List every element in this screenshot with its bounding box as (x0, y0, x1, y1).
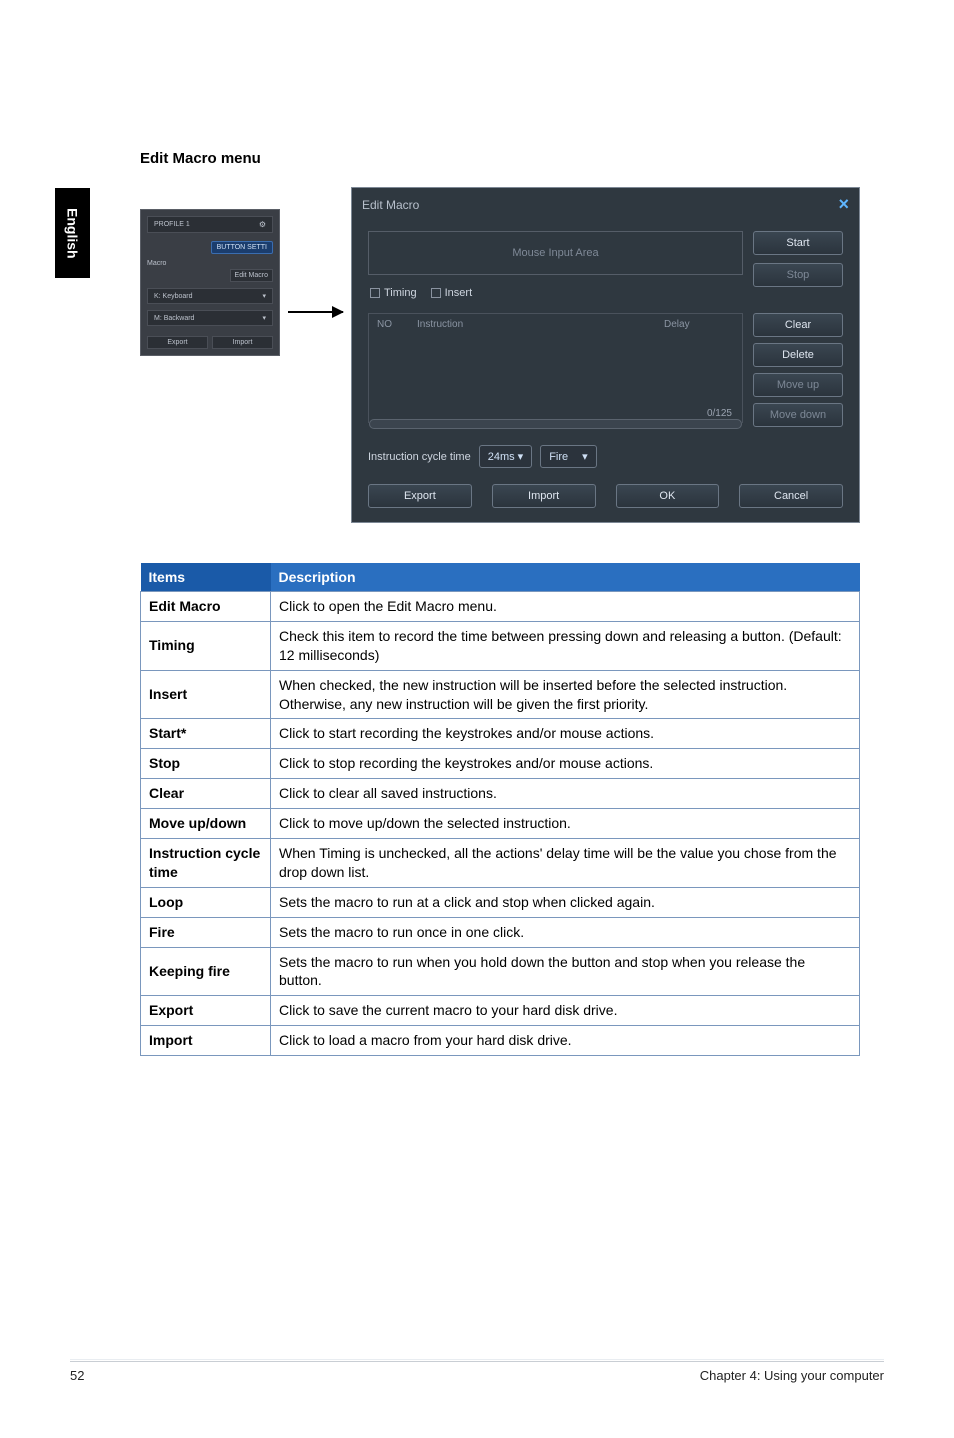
row-desc: Check this item to record the time betwe… (271, 621, 860, 670)
row-desc: Click to load a macro from your hard dis… (271, 1026, 860, 1056)
checkbox-icon (370, 288, 380, 298)
table-row: Instruction cycle timeWhen Timing is unc… (141, 839, 860, 888)
cancel-button[interactable]: Cancel (739, 484, 843, 508)
row-key: Loop (141, 887, 271, 917)
row-desc: Click to clear all saved instructions. (271, 779, 860, 809)
description-table: Items Description Edit MacroClick to ope… (140, 563, 860, 1056)
table-row: TimingCheck this item to record the time… (141, 621, 860, 670)
mini-profile-row: PROFILE 1 ⚙ (147, 216, 273, 233)
table-header-items: Items (141, 563, 271, 592)
mini-import-button[interactable]: Import (212, 336, 273, 349)
row-desc: When checked, the new instruction will b… (271, 670, 860, 719)
close-icon[interactable]: × (838, 194, 849, 215)
row-key: Clear (141, 779, 271, 809)
cycle-time-select[interactable]: 24ms ▾ (479, 445, 532, 468)
scrollbar[interactable] (369, 419, 742, 429)
row-desc: Sets the macro to run at a click and sto… (271, 887, 860, 917)
move-up-button[interactable]: Move up (753, 373, 843, 397)
row-desc: Sets the macro to run when you hold down… (271, 947, 860, 996)
cycle-time-label: Instruction cycle time (368, 451, 471, 463)
row-key: Insert (141, 670, 271, 719)
delete-button[interactable]: Delete (753, 343, 843, 367)
table-row: ImportClick to load a macro from your ha… (141, 1026, 860, 1056)
table-row: Keeping fireSets the macro to run when y… (141, 947, 860, 996)
table-row: Start*Click to start recording the keyst… (141, 719, 860, 749)
mouse-input-area[interactable]: Mouse Input Area (368, 231, 743, 275)
mini-macro-label: Macro (147, 260, 273, 267)
timing-label: Timing (384, 287, 417, 299)
insert-checkbox[interactable]: Insert (431, 287, 473, 299)
row-desc: Sets the macro to run once in one click. (271, 917, 860, 947)
mini-keyboard-row: K: Keyboard ▾ (147, 288, 273, 304)
table-row: StopClick to stop recording the keystrok… (141, 749, 860, 779)
col-instruction: Instruction (417, 319, 664, 330)
row-key: Import (141, 1026, 271, 1056)
row-desc: Click to stop recording the keystrokes a… (271, 749, 860, 779)
table-row: FireSets the macro to run once in one cl… (141, 917, 860, 947)
footer-divider (70, 1359, 884, 1360)
edit-macro-window: Edit Macro × Mouse Input Area Timing (351, 187, 860, 523)
clear-button[interactable]: Clear (753, 313, 843, 337)
chevron-down-icon: ▾ (582, 450, 588, 463)
chevron-down-icon: ▾ (262, 292, 266, 300)
figure-row: PROFILE 1 ⚙ BUTTON SETTI Macro Edit Macr… (140, 187, 860, 523)
instruction-count: 0/125 (707, 408, 732, 419)
mini-export-button[interactable]: Export (147, 336, 208, 349)
mini-edit-macro-button[interactable]: Edit Macro (230, 269, 273, 282)
mini-backward-label: M: Backward (154, 315, 194, 322)
row-desc: Click to open the Edit Macro menu. (271, 592, 860, 622)
row-key: Keeping fire (141, 947, 271, 996)
row-desc: Click to move up/down the selected instr… (271, 809, 860, 839)
row-key: Export (141, 996, 271, 1026)
chapter-title: Chapter 4: Using your computer (700, 1368, 884, 1383)
table-row: LoopSets the macro to run at a click and… (141, 887, 860, 917)
stop-button[interactable]: Stop (753, 263, 843, 287)
table-row: ExportClick to save the current macro to… (141, 996, 860, 1026)
start-button[interactable]: Start (753, 231, 843, 255)
gear-icon: ⚙ (259, 220, 266, 229)
col-no: NO (377, 319, 417, 330)
table-row: ClearClick to clear all saved instructio… (141, 779, 860, 809)
table-row: InsertWhen checked, the new instruction … (141, 670, 860, 719)
checkbox-icon (431, 288, 441, 298)
language-tab-label: English (65, 208, 81, 259)
mini-button-setting-tab: BUTTON SETTI (211, 241, 273, 254)
mini-backward-row: M: Backward ▾ (147, 310, 273, 326)
row-desc: When Timing is unchecked, all the action… (271, 839, 860, 888)
table-row: Move up/downClick to move up/down the se… (141, 809, 860, 839)
mode-select[interactable]: Fire ▾ (540, 445, 596, 468)
footer: 52 Chapter 4: Using your computer (70, 1361, 884, 1383)
mini-panel: PROFILE 1 ⚙ BUTTON SETTI Macro Edit Macr… (140, 209, 280, 356)
row-desc: Click to save the current macro to your … (271, 996, 860, 1026)
mode-select-value: Fire (549, 451, 568, 463)
insert-label: Insert (445, 287, 473, 299)
import-button[interactable]: Import (492, 484, 596, 508)
timing-checkbox[interactable]: Timing (370, 287, 417, 299)
row-key: Move up/down (141, 809, 271, 839)
row-key: Instruction cycle time (141, 839, 271, 888)
row-key: Edit Macro (141, 592, 271, 622)
mini-profile-label: PROFILE 1 (154, 221, 190, 228)
move-down-button[interactable]: Move down (753, 403, 843, 427)
arrow (288, 187, 343, 417)
table-header-desc: Description (271, 563, 860, 592)
row-desc: Click to start recording the keystrokes … (271, 719, 860, 749)
chevron-down-icon: ▾ (262, 314, 266, 322)
edit-macro-title: Edit Macro (362, 198, 419, 212)
row-key: Stop (141, 749, 271, 779)
ok-button[interactable]: OK (616, 484, 720, 508)
section-title: Edit Macro menu (140, 150, 860, 167)
table-row: Edit MacroClick to open the Edit Macro m… (141, 592, 860, 622)
language-tab: English (55, 188, 90, 278)
row-key: Timing (141, 621, 271, 670)
row-key: Fire (141, 917, 271, 947)
page-number: 52 (70, 1368, 84, 1383)
col-delay: Delay (664, 319, 734, 330)
row-key: Start* (141, 719, 271, 749)
mini-keyboard-label: K: Keyboard (154, 293, 193, 300)
instruction-list[interactable]: NO Instruction Delay 0/125 (368, 313, 743, 423)
export-button[interactable]: Export (368, 484, 472, 508)
